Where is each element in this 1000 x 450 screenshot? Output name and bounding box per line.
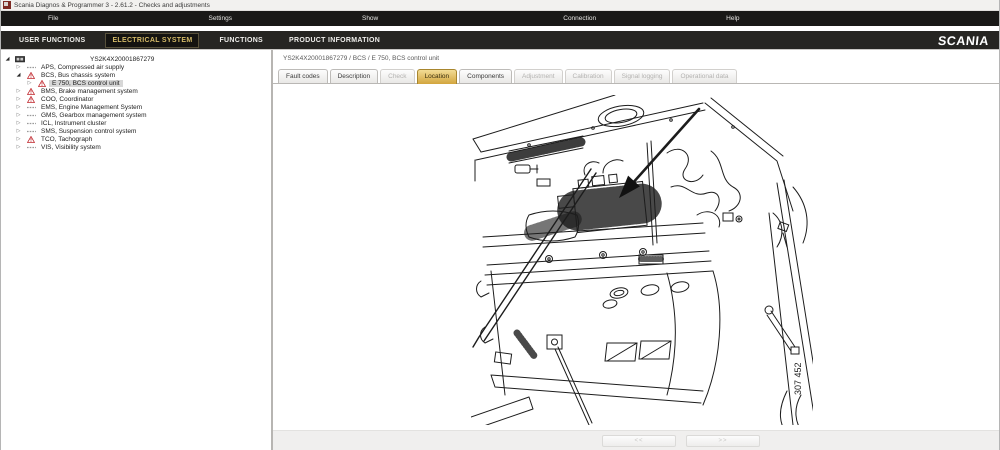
breadcrumb: YS2K4X20001867279 / BCS / E 750, BCS con…: [273, 50, 999, 66]
tree-item-label: APS, Compressed air supply: [38, 64, 127, 71]
tab-calibration: Calibration: [565, 69, 612, 83]
tab-signal-logging: Signal logging: [614, 69, 671, 83]
tree-item-label: YS2K4X20001867279: [87, 56, 157, 63]
content-panel: YS2K4X20001867279 / BCS / E 750, BCS con…: [273, 50, 999, 450]
tree-item-label: GMS, Gearbox management system: [38, 112, 150, 119]
no-fault-icon: [26, 144, 36, 151]
warning-icon: [26, 72, 36, 79]
next-page-button[interactable]: >>: [686, 435, 760, 447]
warning-icon: [26, 136, 36, 143]
expander-icon[interactable]: ▷: [15, 136, 22, 142]
tree-item-label: TCO, Tachograph: [38, 136, 95, 143]
nav-tab-functions[interactable]: FUNCTIONS: [213, 34, 269, 47]
expander-icon[interactable]: ◢: [4, 56, 11, 62]
vehicle-icon: [15, 55, 25, 63]
scania-logo: SCANIA: [937, 34, 989, 48]
window-title: Scania Diagnos & Programmer 3 - 2.61.2 -…: [14, 2, 210, 9]
no-fault-icon: [26, 112, 36, 119]
tab-components[interactable]: Components: [459, 69, 512, 83]
tab-adjustment: Adjustment: [514, 69, 563, 83]
expander-icon[interactable]: ▷: [15, 112, 22, 118]
pager-bar: << >>: [273, 430, 999, 450]
no-fault-icon: [26, 104, 36, 111]
location-view: 307 452: [273, 84, 999, 430]
tree-item-label: EMS, Engine Management System: [38, 104, 145, 111]
tree-item-bms[interactable]: ▷ BMS, Brake management system: [1, 87, 271, 95]
expander-icon[interactable]: ▷: [15, 128, 22, 134]
function-tab-strip: Fault codes Description Check Location C…: [273, 66, 999, 84]
app-icon: [3, 1, 11, 9]
nav-tab-electrical-system[interactable]: ELECTRICAL SYSTEM: [105, 33, 199, 48]
figure-number: 307 452: [793, 362, 803, 395]
tree-item-vis[interactable]: ▷ VIS, Visibility system: [1, 143, 271, 151]
tree-item-e-750[interactable]: ▷ E 750, BCS control unit: [1, 79, 271, 87]
unit-wiring: [584, 160, 623, 175]
menu-bar: File Settings Show Connection Help: [1, 11, 999, 26]
tree-item-sms[interactable]: ▷ SMS, Suspension control system: [1, 127, 271, 135]
tree-item-ems[interactable]: ▷ EMS, Engine Management System: [1, 103, 271, 111]
tree-item-icl[interactable]: ▷ ICL, Instrument cluster: [1, 119, 271, 127]
tab-description[interactable]: Description: [330, 69, 379, 83]
tree-item-label: SMS, Suspension control system: [38, 128, 139, 135]
expander-icon[interactable]: ▷: [15, 144, 22, 150]
expander-icon[interactable]: ▷: [26, 80, 33, 86]
expander-icon[interactable]: ▷: [15, 64, 22, 70]
tree-item-ys2k4x20001867279[interactable]: ◢ YS2K4X20001867279: [1, 55, 271, 63]
tree-item-label: BCS, Bus chassis system: [38, 72, 118, 79]
main-nav-bar: USER FUNCTIONS ELECTRICAL SYSTEM FUNCTIO…: [1, 31, 999, 50]
no-fault-icon: [26, 120, 36, 127]
warning-icon: [37, 80, 47, 87]
tree-item-label: COO, Coordinator: [38, 96, 96, 103]
tree-item-label: BMS, Brake management system: [38, 88, 141, 95]
warning-icon: [26, 88, 36, 95]
menu-item[interactable]: Settings: [208, 15, 232, 22]
no-fault-icon: [26, 128, 36, 135]
nav-tab-product-information[interactable]: PRODUCT INFORMATION: [283, 34, 386, 47]
tree-item-label: ICL, Instrument cluster: [38, 120, 109, 127]
expander-icon[interactable]: ▷: [15, 88, 22, 94]
front-panel: [471, 261, 720, 425]
expander-icon[interactable]: ▷: [15, 96, 22, 102]
menu-item[interactable]: Show: [362, 15, 378, 22]
nav-tab-user-functions[interactable]: USER FUNCTIONS: [13, 34, 91, 47]
menu-item[interactable]: Connection: [563, 15, 596, 22]
tree-item-gms[interactable]: ▷ GMS, Gearbox management system: [1, 111, 271, 119]
menu-item[interactable]: Help: [726, 15, 739, 22]
expander-icon[interactable]: ◢: [15, 72, 22, 78]
left-brackets: [477, 271, 598, 425]
right-structure: [765, 180, 813, 425]
title-bar: Scania Diagnos & Programmer 3 - 2.61.2 -…: [1, 0, 999, 11]
app-window: Scania Diagnos & Programmer 3 - 2.61.2 -…: [0, 0, 1000, 450]
menu-item[interactable]: File: [48, 15, 58, 22]
tree-item-tco[interactable]: ▷ TCO, Tachograph: [1, 135, 271, 143]
tree-item-aps[interactable]: ▷ APS, Compressed air supply: [1, 63, 271, 71]
expander-icon[interactable]: ▷: [15, 104, 22, 110]
system-tree-panel: ◢ YS2K4X20001867279 ▷ APS, Compressed ai…: [1, 50, 273, 450]
tab-operational-data: Operational data: [672, 69, 736, 83]
cable-bundle: [647, 141, 742, 245]
expander-icon[interactable]: ▷: [15, 120, 22, 126]
tab-check: Check: [380, 69, 414, 83]
tree-item-label: E 750, BCS control unit: [49, 80, 123, 87]
warning-icon: [26, 96, 36, 103]
previous-page-button[interactable]: <<: [602, 435, 676, 447]
tree-item-bcs[interactable]: ◢ BCS, Bus chassis system: [1, 71, 271, 79]
location-illustration: 307 452: [471, 95, 813, 425]
no-fault-icon: [26, 64, 36, 71]
tree-item-coo[interactable]: ▷ COO, Coordinator: [1, 95, 271, 103]
tree-item-label: VIS, Visibility system: [38, 144, 104, 151]
truck-compartment-drawing: 307 452: [471, 95, 813, 425]
tab-location[interactable]: Location: [417, 69, 458, 84]
tab-fault-codes[interactable]: Fault codes: [278, 69, 328, 83]
